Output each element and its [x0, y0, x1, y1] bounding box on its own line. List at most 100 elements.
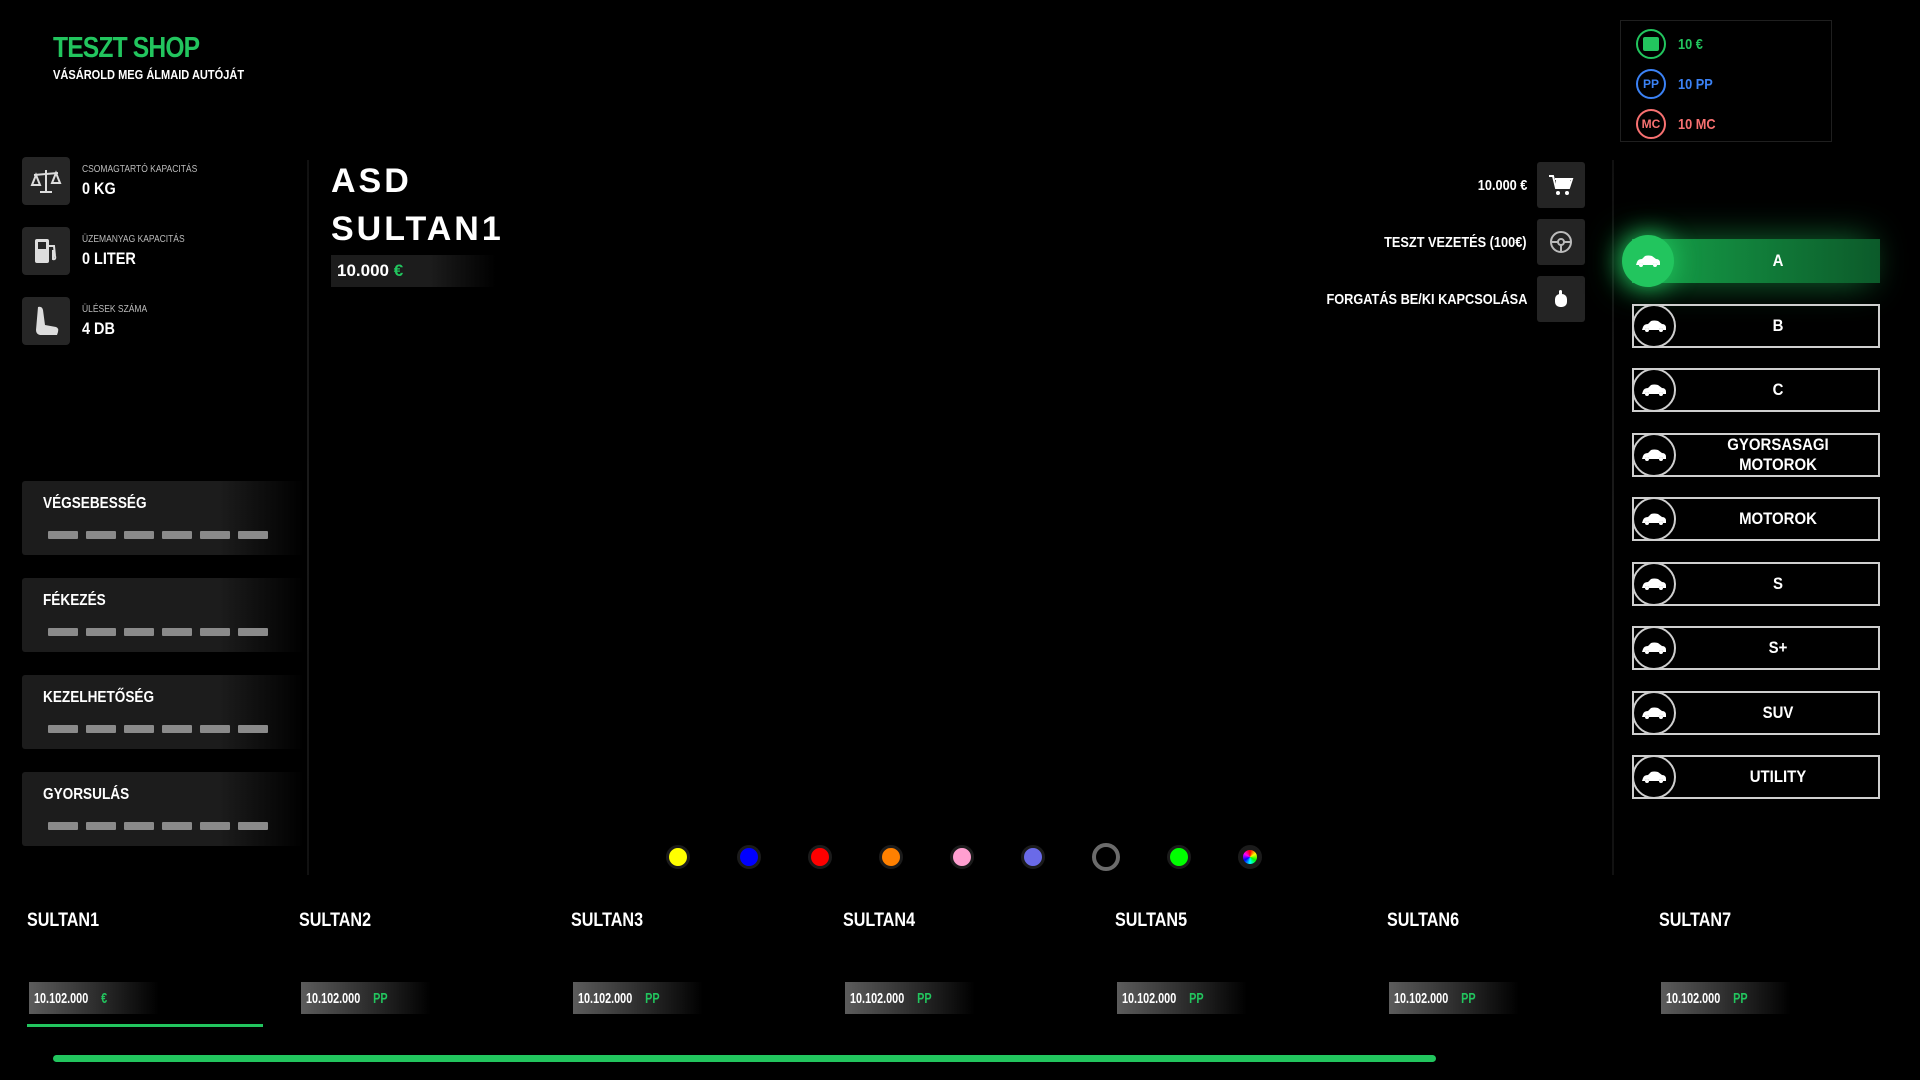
vehicle-card[interactable]: SULTAN3 10.102.000 PP — [571, 910, 811, 1030]
vehicle-price-amount: 10.000 — [337, 261, 389, 280]
category-button-b[interactable]: B — [1632, 303, 1880, 348]
vehicle-card-name: SULTAN3 — [571, 910, 644, 931]
vehicle-card-price-amount: 10.102.000 — [34, 989, 89, 1007]
perf-acceleration: GYORSULÁS — [22, 772, 304, 846]
scale-icon — [22, 157, 70, 205]
vehicle-price-currency: € — [393, 261, 404, 280]
color-swatch-pink[interactable] — [950, 845, 974, 869]
category-label: S — [1773, 573, 1783, 593]
vehicle-card[interactable]: SULTAN7 10.102.000 PP — [1659, 910, 1899, 1030]
category-label: A — [1772, 251, 1784, 270]
vehicle-card-name: SULTAN7 — [1659, 910, 1732, 931]
color-swatch-blue[interactable] — [737, 845, 761, 869]
perf-handling: KEZELHETŐSÉG — [22, 675, 304, 749]
mc-value: 10 MC — [1678, 115, 1716, 133]
vehicle-card-price-currency: PP — [645, 989, 660, 1007]
color-swatch-custom[interactable] — [1238, 845, 1262, 869]
wallet-mc: MC 10 MC — [1636, 109, 1722, 139]
vehicle-card-price-currency: PP — [1733, 989, 1748, 1007]
selected-indicator — [27, 1024, 263, 1027]
test-drive-button[interactable] — [1537, 219, 1585, 265]
car-icon — [1632, 303, 1676, 348]
vehicle-card-price-amount: 10.102.000 — [1122, 989, 1177, 1007]
category-button-s[interactable]: S+ — [1632, 626, 1880, 670]
vehicle-card[interactable]: SULTAN1 10.102.000 € — [27, 910, 267, 1030]
vehicle-card[interactable]: SULTAN6 10.102.000 PP — [1387, 910, 1627, 1030]
car-icon — [1632, 368, 1676, 412]
vehicle-card-price: 10.102.000 € — [29, 982, 159, 1014]
stat-fuel-capacity: ÜZEMANYAG KAPACITÁS 0 LITER — [22, 227, 203, 275]
test-drive-action: TESZT VEZETÉS (100€) — [1359, 219, 1585, 265]
vehicle-card-price: 10.102.000 PP — [301, 982, 431, 1014]
vehicle-card[interactable]: SULTAN2 10.102.000 PP — [299, 910, 539, 1030]
vehicle-card-price: 10.102.000 PP — [1117, 982, 1247, 1014]
shop-header: TESZT SHOP VÁSÁROLD MEG ÁLMAID AUTÓJÁT — [53, 32, 278, 82]
stat-label: CSOMAGTARTÓ KAPACITÁS — [82, 163, 198, 175]
category-label: B — [1772, 315, 1784, 335]
category-button-s[interactable]: S — [1632, 561, 1880, 606]
vehicle-list-scrollbar[interactable] — [53, 1055, 1436, 1062]
category-button-a[interactable]: A — [1622, 235, 1880, 287]
perf-level-bar — [48, 628, 268, 636]
vehicle-card[interactable]: SULTAN4 10.102.000 PP — [843, 910, 1083, 1030]
stat-trunk-capacity: CSOMAGTARTÓ KAPACITÁS 0 KG — [22, 157, 218, 205]
category-label: SUV — [1762, 702, 1794, 722]
stat-value: 0 LITER — [82, 248, 136, 268]
vehicle-model: SULTAN1 — [331, 210, 504, 248]
vehicle-card[interactable]: SULTAN5 10.102.000 PP — [1115, 910, 1355, 1030]
test-drive-label: TESZT VEZETÉS (100€) — [1384, 233, 1527, 251]
car-icon — [1632, 626, 1676, 670]
vehicle-card-price-currency: PP — [373, 989, 388, 1007]
color-swatch-yellow[interactable] — [666, 845, 690, 869]
cart-icon — [1549, 175, 1574, 195]
buy-action: 10.000 € — [1469, 162, 1585, 208]
category-label: S+ — [1768, 638, 1788, 657]
buy-price-label: 10.000 € — [1477, 176, 1527, 194]
fuel-icon — [22, 227, 70, 275]
category-button-suv[interactable]: SUV — [1632, 690, 1880, 735]
wallet-pp: PP 10 PP — [1636, 69, 1719, 99]
category-button-utility[interactable]: UTILITY — [1632, 755, 1880, 799]
vehicle-card-price: 10.102.000 PP — [1661, 982, 1791, 1014]
stat-label: ÜZEMANYAG KAPACITÁS — [82, 233, 185, 245]
car-icon — [1622, 235, 1674, 287]
vehicle-card-price-currency: € — [101, 989, 108, 1007]
cash-icon — [1636, 29, 1666, 59]
color-swatch-black[interactable] — [1092, 843, 1120, 871]
pp-icon: PP — [1636, 69, 1666, 99]
vehicle-card-price-amount: 10.102.000 — [1394, 989, 1449, 1007]
stat-value: 4 DB — [82, 318, 115, 338]
vehicle-card-price-currency: PP — [1189, 989, 1204, 1007]
category-button-c[interactable]: C — [1632, 368, 1880, 412]
stat-label: ÜLÉSEK SZÁMA — [82, 303, 148, 315]
wallet-cash: 10 € — [1636, 29, 1707, 59]
perf-level-bar — [48, 531, 268, 539]
mc-icon: MC — [1636, 109, 1666, 139]
vehicle-card-price-amount: 10.102.000 — [850, 989, 905, 1007]
category-label: GYORSASAGI MOTOROK — [1727, 434, 1829, 474]
category-label: UTILITY — [1749, 767, 1807, 786]
right-divider — [1612, 160, 1614, 875]
vehicle-card-name: SULTAN4 — [843, 910, 916, 931]
vehicle-card-price: 10.102.000 PP — [845, 982, 975, 1014]
color-swatch-red[interactable] — [808, 845, 832, 869]
buy-button[interactable] — [1537, 162, 1585, 208]
color-swatch-lavender[interactable] — [1021, 845, 1045, 869]
color-swatch-orange[interactable] — [879, 845, 903, 869]
car-icon — [1632, 690, 1676, 735]
wallet-panel: 10 € PP 10 PP MC 10 MC — [1620, 20, 1832, 142]
perf-top-speed: VÉGSEBESSÉG — [22, 481, 304, 555]
car-icon — [1632, 561, 1676, 606]
category-label: MOTOROK — [1739, 509, 1817, 528]
color-picker — [666, 843, 1262, 871]
rotation-toggle-button[interactable] — [1537, 276, 1585, 322]
steering-wheel-icon — [1550, 231, 1572, 253]
category-button-motorok[interactable]: MOTOROK — [1632, 497, 1880, 541]
color-swatch-green[interactable] — [1167, 845, 1191, 869]
vehicle-card-name: SULTAN1 — [27, 910, 100, 931]
vehicle-price: 10.000 € — [331, 255, 496, 287]
category-label: C — [1772, 380, 1784, 399]
vehicle-card-name: SULTAN2 — [299, 910, 372, 931]
vehicle-card-price-amount: 10.102.000 — [578, 989, 633, 1007]
category-button-gyorsasagi-motorok[interactable]: GYORSASAGI MOTOROK — [1632, 432, 1880, 477]
